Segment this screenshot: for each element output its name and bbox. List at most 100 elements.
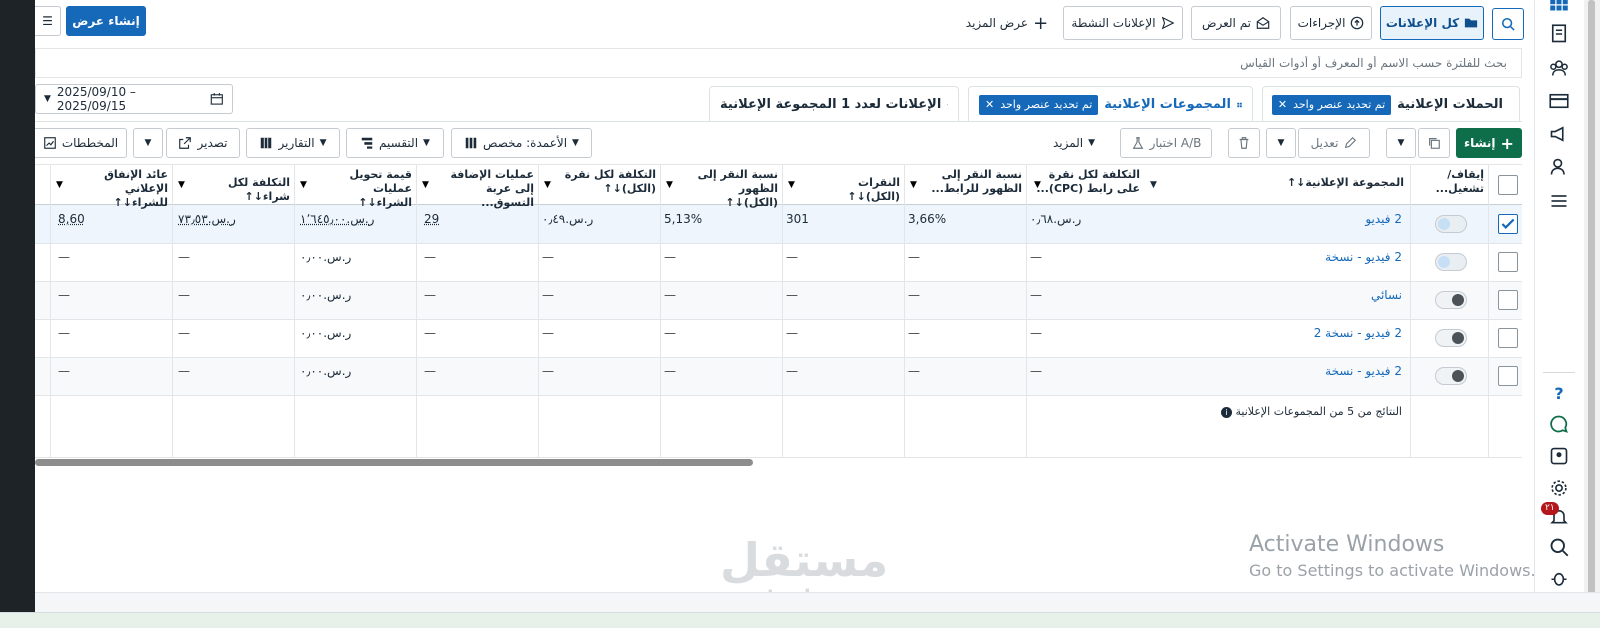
row-ad-group-name[interactable]: نسائي xyxy=(1100,288,1402,302)
more-button[interactable]: المزيد ▼ xyxy=(1045,128,1115,158)
col-header-ctr-all[interactable]: نسبة النقر إلى الظهور (الكل)↓↑ xyxy=(686,168,778,210)
row-checkbox[interactable] xyxy=(1498,252,1518,272)
col-header-ctr-link[interactable]: نسبة النقر إلى الظهور للرابط... xyxy=(930,168,1022,196)
vertical-scrollbar[interactable] xyxy=(1584,0,1600,610)
pencil-icon xyxy=(1345,136,1357,149)
duplicate-button[interactable] xyxy=(1418,128,1450,158)
create-offer-button[interactable]: إنشاء عرض xyxy=(66,6,146,36)
columns-button[interactable]: الأعمدة: مخصص ▼ xyxy=(451,128,592,158)
close-icon[interactable]: ✕ xyxy=(985,95,994,115)
audience-icon[interactable] xyxy=(1547,56,1571,80)
row-divider xyxy=(35,243,1522,244)
row-toggle[interactable] xyxy=(1435,367,1467,385)
row-toggle[interactable] xyxy=(1435,253,1467,271)
tab-campaigns[interactable]: الحملات الإعلانية تم تحديد عنصر واحد ✕ xyxy=(1262,86,1520,122)
menu-icon[interactable] xyxy=(1547,189,1571,213)
search-button[interactable] xyxy=(1492,8,1524,40)
people-search-icon[interactable] xyxy=(1547,155,1571,179)
caret-down-icon: ▼ xyxy=(56,180,63,190)
table-top-border xyxy=(35,164,1522,165)
col-divider xyxy=(416,164,417,457)
toggle-knob xyxy=(1452,294,1464,306)
col-header-toggle[interactable]: إيقاف/ تشغيل... xyxy=(1414,168,1484,196)
edit-dropdown-button[interactable]: ▼ xyxy=(1266,128,1296,158)
campaigns-selection-chip[interactable]: تم تحديد عنصر واحد ✕ xyxy=(1271,94,1392,115)
show-more-button[interactable]: عرض المزيد + xyxy=(960,6,1054,40)
charts-label: المخططات xyxy=(61,136,119,150)
row-toggle[interactable] xyxy=(1435,291,1467,309)
displayed-button[interactable]: تم العرض xyxy=(1191,6,1281,40)
create-button[interactable]: إنشاء + xyxy=(1456,128,1522,158)
left-dark-panel xyxy=(0,0,35,628)
cell-conversion-value: ر.س.٠٫٠٠ xyxy=(300,326,352,340)
row-toggle[interactable] xyxy=(1435,215,1467,233)
plus-icon: + xyxy=(1033,12,1049,34)
row-ad-group-name[interactable]: 2 فيديو - نسخة 2 xyxy=(1100,326,1402,340)
ab-test-button[interactable]: اختبار A/B xyxy=(1120,128,1212,158)
close-icon[interactable]: ✕ xyxy=(1278,95,1287,115)
cell-clicks: 301 xyxy=(786,212,809,226)
row-checkbox[interactable] xyxy=(1498,214,1518,234)
row-ad-group-name[interactable]: 2 فيديو - نسخة xyxy=(1100,250,1402,264)
filter-search-input[interactable] xyxy=(36,49,1521,77)
gear-icon[interactable] xyxy=(1547,476,1571,500)
caret-down-icon: ▼ xyxy=(1150,180,1157,190)
ad-groups-chip-label: تم تحديد عنصر واحد xyxy=(1000,97,1093,111)
cell-conversion-value[interactable]: ر.س.١٬٦٤٥٫٠٠ xyxy=(300,212,374,226)
settings-sliders-button[interactable]: ☰ xyxy=(35,6,61,36)
row-checkbox[interactable] xyxy=(1498,290,1518,310)
cell-cost-per-purchase[interactable]: ر.س.٧٣٫٥٣ xyxy=(178,212,236,226)
chat-bubble-icon[interactable] xyxy=(1547,412,1571,436)
col-header-conversion-value[interactable]: قيمة تحويل عمليات الشراء↓↑ xyxy=(320,168,412,210)
help-icon[interactable]: ? xyxy=(1547,381,1571,405)
cell-roas[interactable]: 8,60 xyxy=(58,212,85,226)
search-icon[interactable] xyxy=(1547,535,1571,559)
reports-button[interactable]: التقارير ▼ xyxy=(246,128,340,158)
tab-ad-groups[interactable]: المجموعات الإعلانية تم تحديد عنصر واحد ✕ xyxy=(968,86,1253,122)
caret-down-icon: ▼ xyxy=(1277,138,1285,148)
col-header-ad-group[interactable]: المجموعة الإعلانية↓↑ ▼ xyxy=(1150,176,1404,190)
export-button[interactable]: تصدير xyxy=(166,128,240,158)
cell-add-to-cart[interactable]: 29 xyxy=(424,212,439,226)
row-checkbox[interactable] xyxy=(1498,328,1518,348)
bug-icon[interactable] xyxy=(1547,566,1571,590)
active-ads-button[interactable]: الإعلانات النشطة xyxy=(1063,6,1183,40)
col-header-cost-per-purchase[interactable]: التكلفة لكل شراء↓↑ xyxy=(198,176,290,204)
megaphone-icon[interactable] xyxy=(1547,122,1571,146)
row-ad-group-name[interactable]: 2 فيديو - نسخة xyxy=(1100,364,1402,378)
row-ad-group-name[interactable]: 2 فيديو xyxy=(1100,212,1402,226)
col-header-clicks[interactable]: النقرات (الكل)↓↑ xyxy=(808,176,900,204)
billing-card-icon[interactable] xyxy=(1547,89,1571,113)
duplicate-dropdown-button[interactable]: ▼ xyxy=(1386,128,1416,158)
row-toggle[interactable] xyxy=(1435,329,1467,347)
actions-button[interactable]: الإجراءات xyxy=(1290,6,1372,40)
tab-ads[interactable]: الإعلانات لعدد 1 المجموعة الإعلانية xyxy=(709,86,959,122)
col-header-cpc-link[interactable]: التكلفة لكل نقرة على رابط (CPC)... xyxy=(1030,168,1140,196)
breakdown-button[interactable]: التقسيم ▼ xyxy=(346,128,444,158)
edit-button[interactable]: تعديل xyxy=(1298,128,1370,158)
pages-icon[interactable] xyxy=(1547,22,1571,46)
vertical-scrollbar-thumb[interactable] xyxy=(1588,0,1595,600)
export-dropdown-button[interactable]: ▼ xyxy=(133,128,163,158)
date-range-picker[interactable]: 2025/09/10 – 2025/09/15 ▼ xyxy=(35,84,233,114)
delete-button[interactable] xyxy=(1228,128,1260,158)
ad-groups-selection-chip[interactable]: تم تحديد عنصر واحد ✕ xyxy=(979,94,1099,115)
row-divider xyxy=(35,357,1522,358)
cell-cpc-all: — xyxy=(542,326,554,340)
feedback-icon[interactable] xyxy=(1547,444,1571,468)
toggle-knob xyxy=(1438,256,1450,268)
col-header-add-to-cart[interactable]: عمليات الإضافة إلى عربة التسوق... xyxy=(442,168,534,210)
filter-search-bar[interactable] xyxy=(35,48,1522,78)
select-all-checkbox[interactable] xyxy=(1498,175,1518,195)
cell-ctr-all: — xyxy=(664,364,676,378)
caret-down-icon: ▼ xyxy=(319,138,327,148)
all-ads-button[interactable]: كل الإعلانات xyxy=(1380,6,1484,40)
row-checkbox[interactable] xyxy=(1498,366,1518,386)
apps-grid-icon[interactable] xyxy=(1547,0,1571,20)
col-divider xyxy=(538,164,539,457)
horizontal-scrollbar[interactable] xyxy=(35,459,753,466)
col-header-roas[interactable]: عائد الإنفاق الإعلاني للشراء↓↑ xyxy=(76,168,168,210)
cell-cost-per-purchase: — xyxy=(178,250,190,264)
charts-button[interactable]: المخططات xyxy=(35,128,127,158)
col-header-cpc-all[interactable]: التكلفة لكل نقرة (الكل)↓↑ xyxy=(564,168,656,196)
